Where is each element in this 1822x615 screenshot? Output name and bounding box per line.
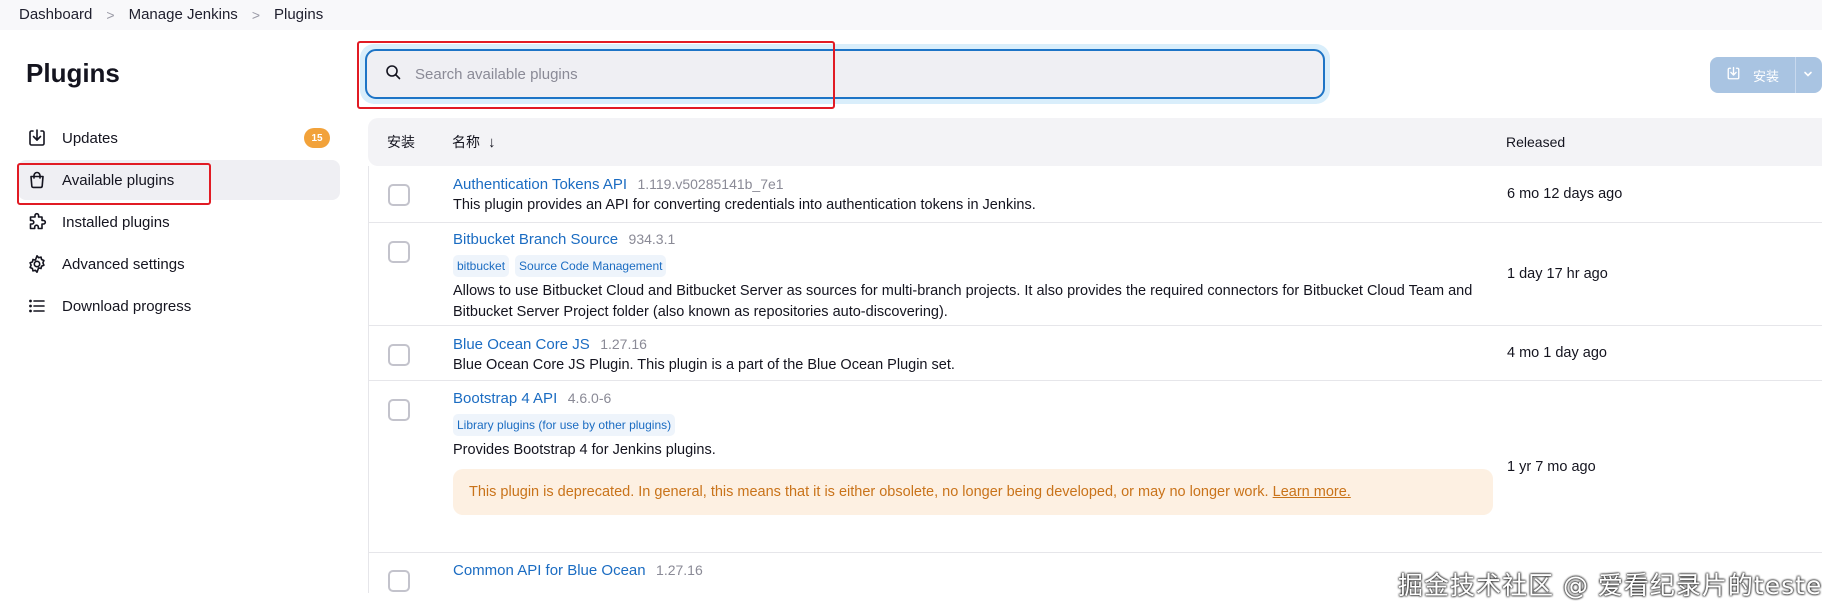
plugin-released: 1 day 17 hr ago bbox=[1507, 266, 1608, 282]
breadcrumb-plugins[interactable]: Plugins bbox=[274, 6, 323, 23]
deprecation-warning: This plugin is deprecated. In general, t… bbox=[453, 469, 1493, 515]
plugin-name-link[interactable]: Bootstrap 4 API bbox=[453, 390, 557, 407]
updates-count-badge: 15 bbox=[304, 128, 330, 148]
breadcrumb-manage-jenkins[interactable]: Manage Jenkins bbox=[129, 6, 238, 23]
table-row: Bootstrap 4 API 4.6.0-6 Library plugins … bbox=[369, 381, 1822, 553]
plugin-version: 4.6.0-6 bbox=[567, 390, 612, 406]
plugin-name-link[interactable]: Common API for Blue Ocean bbox=[453, 562, 646, 579]
install-checkbox[interactable] bbox=[388, 344, 410, 366]
install-checkbox[interactable] bbox=[388, 399, 410, 421]
plugin-description: Provides Bootstrap 4 for Jenkins plugins… bbox=[453, 442, 716, 458]
breadcrumb-dashboard[interactable]: Dashboard bbox=[19, 6, 92, 23]
chevron-down-icon bbox=[1803, 66, 1813, 84]
plugin-version: 934.3.1 bbox=[628, 231, 676, 247]
plugin-name-link[interactable]: Blue Ocean Core JS bbox=[453, 336, 590, 353]
sidebar-item-download-progress[interactable]: Download progress bbox=[18, 286, 340, 326]
sidebar-item-installed-plugins[interactable]: Installed plugins bbox=[18, 202, 340, 242]
install-options-dropdown[interactable] bbox=[1795, 57, 1819, 93]
search-icon bbox=[385, 64, 401, 85]
sidebar: Updates 15 Available plugins Installed p… bbox=[18, 118, 340, 328]
plugin-description: Allows to use Bitbucket Cloud and Bitbuc… bbox=[453, 283, 1473, 320]
plugin-description: This plugin provides an API for converti… bbox=[453, 197, 1036, 213]
sidebar-item-label: Advanced settings bbox=[62, 255, 185, 273]
sidebar-item-label: Installed plugins bbox=[62, 213, 170, 231]
install-button-label: 安装 bbox=[1753, 68, 1780, 84]
plugin-released: 1 yr 7 mo ago bbox=[1507, 458, 1596, 475]
sidebar-item-advanced-settings[interactable]: Advanced settings bbox=[18, 244, 340, 284]
plugin-version: 1.119.v50285141b_7e1 bbox=[637, 176, 784, 192]
search-container bbox=[360, 44, 1330, 104]
gear-icon bbox=[26, 253, 48, 275]
plugin-version: 1.27.16 bbox=[656, 562, 703, 578]
install-checkbox[interactable] bbox=[388, 184, 410, 206]
table-body: Authentication Tokens API 1.119.v5028514… bbox=[368, 166, 1822, 593]
column-header-released[interactable]: Released bbox=[1506, 134, 1565, 150]
plugins-table: 安装 名称 ↓ Released Authentication Tokens A… bbox=[368, 118, 1822, 593]
column-header-install: 安装 bbox=[387, 134, 415, 150]
table-row: Bitbucket Branch Source 934.3.1 bitbucke… bbox=[369, 223, 1822, 326]
deprecation-warning-text: This plugin is deprecated. In general, t… bbox=[469, 484, 1269, 500]
learn-more-link[interactable]: Learn more. bbox=[1273, 484, 1351, 500]
table-header: 安装 名称 ↓ Released bbox=[368, 118, 1822, 166]
install-checkbox[interactable] bbox=[388, 241, 410, 263]
plugin-description: Blue Ocean Core JS Plugin. This plugin i… bbox=[453, 357, 955, 373]
puzzle-icon bbox=[26, 211, 48, 233]
plugin-tag[interactable]: Source Code Management bbox=[515, 255, 667, 277]
sidebar-item-label: Updates bbox=[62, 129, 118, 147]
sidebar-item-available-plugins[interactable]: Available plugins bbox=[18, 160, 340, 200]
download-icon bbox=[1726, 66, 1741, 84]
search-box[interactable] bbox=[365, 49, 1325, 99]
search-input[interactable] bbox=[415, 65, 1323, 83]
plugin-version: 1.27.16 bbox=[600, 336, 647, 352]
plugin-tag[interactable]: Library plugins (for use by other plugin… bbox=[453, 414, 676, 436]
download-icon bbox=[26, 127, 48, 149]
table-row: Blue Ocean Core JS 1.27.16 Blue Ocean Co… bbox=[369, 326, 1822, 381]
plugin-released: 4 mo 1 day ago bbox=[1507, 345, 1607, 361]
column-header-name-label: 名称 bbox=[452, 134, 480, 150]
breadcrumb: Dashboard > Manage Jenkins > Plugins bbox=[0, 0, 1822, 30]
install-button-main[interactable]: 安装 bbox=[1710, 57, 1795, 93]
column-header-name[interactable]: 名称 ↓ bbox=[452, 132, 1506, 152]
shopping-bag-icon bbox=[26, 169, 48, 191]
install-button[interactable]: 安装 bbox=[1710, 57, 1822, 93]
plugin-name-link[interactable]: Bitbucket Branch Source bbox=[453, 231, 618, 248]
page-title: Plugins bbox=[26, 58, 120, 88]
breadcrumb-separator-icon: > bbox=[251, 6, 260, 23]
watermark: 掘金技术社区 @ 爱看纪录片的tester bbox=[1398, 571, 1822, 600]
breadcrumb-separator-icon: > bbox=[106, 6, 115, 23]
plugin-name-link[interactable]: Authentication Tokens API bbox=[453, 176, 627, 193]
plugin-released: 6 mo 12 days ago bbox=[1507, 186, 1623, 202]
sidebar-item-updates[interactable]: Updates 15 bbox=[18, 118, 340, 158]
sort-arrow-down-icon: ↓ bbox=[488, 133, 496, 151]
install-checkbox[interactable] bbox=[388, 570, 410, 592]
sidebar-item-label: Download progress bbox=[62, 297, 192, 315]
sidebar-item-label: Available plugins bbox=[62, 171, 175, 189]
table-row: Authentication Tokens API 1.119.v5028514… bbox=[369, 166, 1822, 223]
plugin-tag[interactable]: bitbucket bbox=[453, 255, 510, 277]
list-icon bbox=[26, 295, 48, 317]
